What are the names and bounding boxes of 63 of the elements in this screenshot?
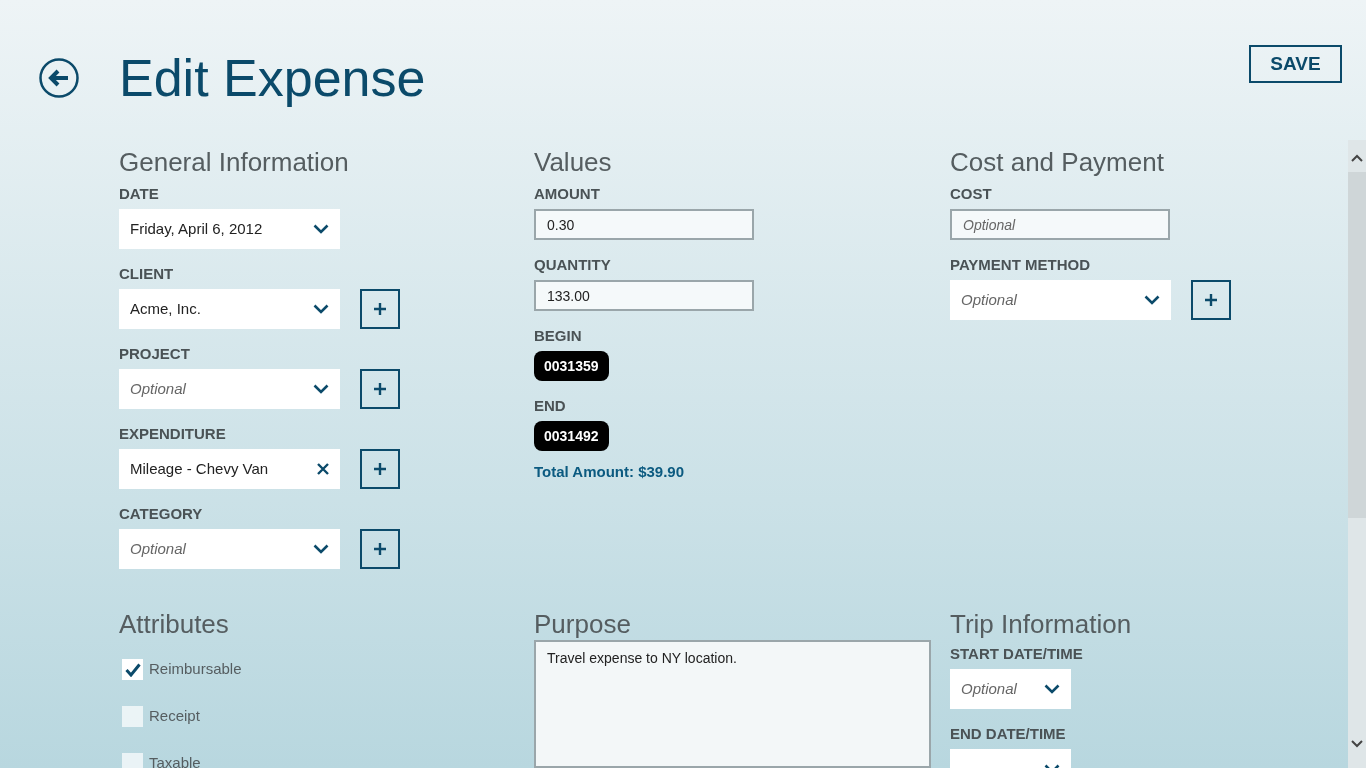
chevron-down-icon: [313, 224, 329, 234]
save-button[interactable]: SAVE: [1249, 45, 1342, 83]
field-label: END: [534, 397, 567, 415]
scroll-down-icon[interactable]: [1351, 740, 1363, 748]
checkbox-label: Reimbursable: [149, 659, 242, 680]
scrollbar-track[interactable]: [1348, 140, 1366, 768]
field-label: START DATE/TIME: [950, 645, 1084, 663]
checkbox[interactable]: [122, 753, 143, 768]
checkbox[interactable]: [122, 659, 143, 680]
checkbox[interactable]: [122, 706, 143, 727]
plus-icon: [1205, 294, 1217, 306]
text-area[interactable]: Travel expense to NY location.: [534, 640, 931, 768]
scroll-up-icon[interactable]: [1351, 154, 1363, 162]
add-button[interactable]: [360, 449, 400, 489]
field-label: COST: [950, 185, 993, 203]
dropdown[interactable]: Optional: [950, 669, 1071, 709]
add-button[interactable]: [360, 289, 400, 329]
plus-icon: [374, 303, 386, 315]
add-button[interactable]: [1191, 280, 1231, 320]
field-label: DATE: [119, 185, 160, 203]
counter-reading: 0031359: [534, 351, 609, 381]
checkbox-label: Receipt: [149, 706, 200, 727]
dropdown[interactable]: Optional: [119, 369, 340, 409]
chevron-down-icon: [1044, 684, 1060, 694]
field-label: EXPENDITURE: [119, 425, 227, 443]
field-label: QUANTITY: [534, 256, 612, 274]
add-button[interactable]: [360, 369, 400, 409]
chevron-down-icon: [313, 304, 329, 314]
total-amount: Total Amount: $39.90: [534, 462, 686, 482]
plus-icon: [374, 463, 386, 475]
field-label: PAYMENT METHOD: [950, 256, 1091, 274]
input-field[interactable]: Optional: [950, 209, 1170, 240]
checkmark-icon: [124, 662, 141, 677]
field-label: BEGIN: [534, 327, 583, 345]
field-label: CATEGORY: [119, 505, 204, 523]
section-heading: Cost and Payment: [950, 146, 1165, 179]
dropdown[interactable]: Acme, Inc.: [119, 289, 340, 329]
checkbox-label: Taxable: [149, 753, 201, 768]
dropdown[interactable]: Optional: [950, 280, 1171, 320]
plus-icon: [374, 543, 386, 555]
input-field[interactable]: 133.00: [534, 280, 754, 311]
section-heading: Trip Information: [950, 608, 1133, 641]
clear-icon[interactable]: [317, 463, 329, 475]
dropdown[interactable]: Optional: [119, 529, 340, 569]
field-label: AMOUNT: [534, 185, 601, 203]
counter-reading: 0031492: [534, 421, 609, 451]
field-label: PROJECT: [119, 345, 191, 363]
add-button[interactable]: [360, 529, 400, 569]
chevron-down-icon: [313, 544, 329, 554]
clearable-field[interactable]: Mileage - Chevy Van: [119, 449, 340, 489]
chevron-down-icon: [1144, 295, 1160, 305]
input-field[interactable]: 0.30: [534, 209, 754, 240]
field-label: CLIENT: [119, 265, 175, 283]
section-heading: Purpose: [534, 608, 632, 641]
scrollbar-thumb[interactable]: [1348, 172, 1366, 518]
section-heading: Attributes: [119, 608, 230, 641]
field-label: END DATE/TIME: [950, 725, 1067, 743]
section-heading: Values: [534, 146, 613, 179]
back-button[interactable]: [39, 58, 79, 98]
dropdown[interactable]: Friday, April 6, 2012: [119, 209, 340, 249]
section-heading: General Information: [119, 146, 350, 179]
plus-icon: [374, 383, 386, 395]
chevron-down-icon: [313, 384, 329, 394]
